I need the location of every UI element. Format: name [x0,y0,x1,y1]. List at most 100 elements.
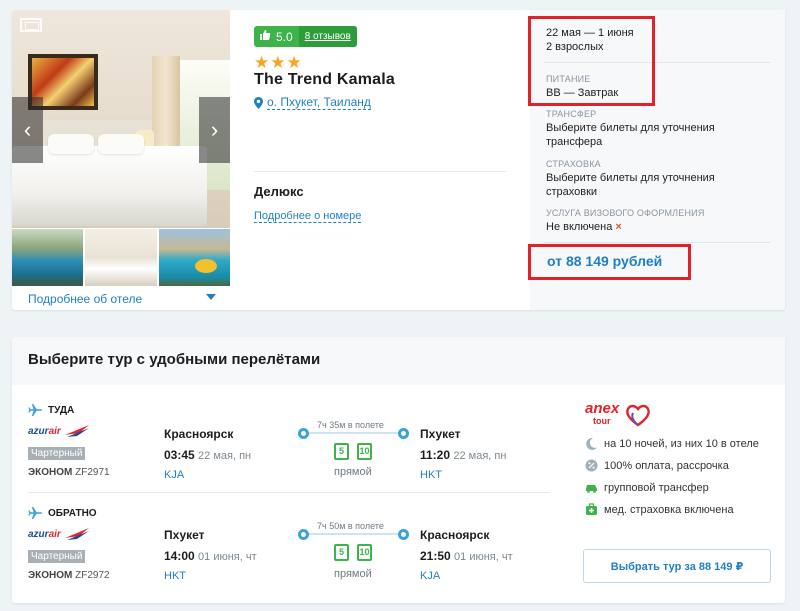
airline-wing-icon [64,425,89,437]
flights-title: Выберите тур с удобными перелётами [12,337,785,385]
departure-time: 03:45 22 мая, пн [164,448,251,462]
departure-time-value: 03:45 [164,448,195,462]
airline-name-suffix: air [48,425,61,437]
chevron-down-icon[interactable] [206,294,216,300]
leg-direction: ОБРАТНО [28,506,97,520]
moon-icon [586,437,597,450]
feature-insurance: мед. страховка включена [585,501,775,518]
operator-logo: anex tour [585,400,775,430]
direction-label: ОБРАТНО [48,507,97,519]
fullscreen-icon[interactable] [20,18,42,32]
heart-icon [626,404,651,427]
reviews-link[interactable]: 8 отзывов [298,26,357,47]
hotel-stars: ★★★ [254,53,303,72]
pillow [48,134,94,154]
airline-logo: azur air [28,528,89,540]
percent-icon [585,459,598,472]
main-hotel-photo[interactable]: ‹ › [12,10,230,228]
arrival-city: Пхукет [420,427,461,441]
route-end-dot [398,428,409,439]
feature-text: групповой трансфер [604,481,709,494]
departure-airport-code: KJA [164,469,185,481]
hotel-card: ‹ › Подробнее об отеле 5.0 8 отзывов ★★★… [12,10,785,310]
departure-airport-code: HKT [164,570,186,582]
plane-icon [28,404,42,416]
route-start-dot [298,428,309,439]
book-tour-button[interactable]: Выбрать тур за 88 149 ₽ [583,549,771,583]
departure-date: 22 мая, пн [198,450,252,462]
leg-direction: ТУДА [28,403,74,417]
bus-icon [586,485,597,493]
arrival-airport-code: HKT [420,469,442,481]
hotel-gallery: ‹ › Подробнее об отеле [12,10,230,310]
divider [28,492,550,493]
divider [254,171,506,172]
about-hotel-link[interactable]: Подробнее об отеле [28,292,142,306]
feature-text: 100% оплата, рассрочка [604,459,729,472]
fare-class: ЭКОНОМ ZF2971 [28,467,110,478]
visa-value: Не включена [546,221,613,233]
hand-baggage-icon: 5 [334,443,349,460]
flight-duration: 7ч 35м в полете [314,420,387,430]
tour-operator: anex tour на 10 ночей, из них 10 в отеле … [585,400,775,518]
flight-leg-inbound[interactable]: ОБРАТНО azur air Чартерный ЭКОНОМ ZF2972 … [12,506,552,603]
route-end-dot [398,529,409,540]
route-line [309,533,401,535]
thumbnail-strip [12,229,230,286]
room-name: Делюкс [254,184,304,199]
location-link[interactable]: о. Пхукет, Таиланд [267,95,371,110]
room-details-link[interactable]: Подробнее о номере [254,210,362,223]
route-start-dot [298,529,309,540]
visa-value-row: Не включена × [546,220,766,234]
checked-baggage-icon: 10 [357,544,372,561]
arrival-time: 11:20 22 мая, пн [420,448,506,462]
departure-time: 14:00 01 июня, чт [164,549,257,563]
transfer-label: ТРАНСФЕР [546,109,597,119]
visa-label: УСЛУГА ВИЗОВОГО ОФОРМЛЕНИЯ [546,208,705,218]
operator-brand: anex tour [585,401,619,428]
flight-number: ZF2971 [75,467,110,478]
feature-payment: 100% оплата, рассрочка [585,457,775,474]
direct-flight-label: прямой [334,568,372,580]
hotel-location[interactable]: о. Пхукет, Таиланд [254,95,524,110]
rating-badge: 5.0 8 отзывов [254,26,357,47]
fare-class: ЭКОНОМ ZF2972 [28,570,110,581]
flight-number: ZF2972 [75,570,110,581]
gallery-prev-button[interactable]: ‹ [12,97,43,163]
feature-text: на 10 ночей, из них 10 в отеле [604,437,759,450]
fare-class-label: ЭКОНОМ [28,467,73,478]
airline-name: azur [28,528,49,540]
arrival-time: 21:50 01 июня, чт [420,549,513,563]
route-line [309,432,401,434]
charter-badge: Чартерный [28,447,86,460]
flights-card: Выберите тур с удобными перелётами ТУДА … [12,337,785,603]
feature-transfer: групповой трансфер [585,479,775,496]
flight-leg-outbound[interactable]: ТУДА azur air Чартерный ЭКОНОМ ZF2971 Кра… [12,403,552,503]
medical-kit-icon [586,503,597,515]
arrival-date: 01 июня, чт [454,551,513,563]
feature-nights: на 10 ночей, из них 10 в отеле [585,435,775,452]
arrival-city: Красноярск [420,528,490,542]
airline-logo: azur air [28,425,89,437]
thumbnail-room[interactable] [85,229,157,286]
feature-text: мед. страховка включена [604,503,734,516]
airline-name-suffix: air [48,528,61,540]
arrival-airport-code: KJA [420,570,441,582]
location-pin-icon [254,96,263,109]
departure-city: Пхукет [164,528,205,542]
arrival-time-value: 21:50 [420,549,451,563]
direct-flight-label: прямой [334,466,372,478]
gallery-next-button[interactable]: › [199,97,230,163]
hotel-name: The Trend Kamala [254,71,396,88]
direction-label: ТУДА [48,404,75,416]
insurance-value: Выберите билеты для уточнения страховки [546,172,715,198]
arrival-date: 22 мая, пн [453,450,507,462]
cross-icon: × [615,221,622,233]
thumbnail-pool[interactable] [12,229,84,286]
departure-time-value: 14:00 [164,549,195,563]
thumbnail-pool-float[interactable] [158,229,230,286]
fare-class-label: ЭКОНОМ [28,570,73,581]
checked-baggage-icon: 10 [357,443,372,460]
arrival-time-value: 11:20 [420,448,451,462]
charter-badge: Чартерный [28,550,86,563]
